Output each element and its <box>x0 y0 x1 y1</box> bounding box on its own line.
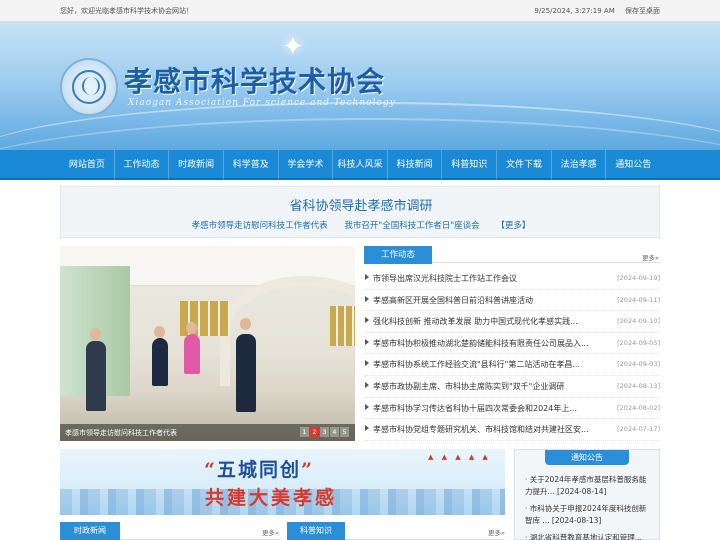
sparkle-icon: ✦ <box>282 32 304 62</box>
notice-item[interactable]: 湖北省科普教育基地认定和管理... <box>525 532 653 540</box>
notice-item[interactable]: 关于2024年孝感市基层科普服务能力提升... [2024-08-14] <box>525 474 653 498</box>
headline-sub-links: 孝感市领导走访慰问科技工作者代表 我市召开"全国科技工作者日"座谈会 【更多】 <box>61 219 661 231</box>
association-logo[interactable] <box>60 58 118 116</box>
nav-item-politics[interactable]: 时政新闻 <box>169 150 224 180</box>
news-slideshow[interactable]: 孝感市领导走访慰问科技工作者代表 1 2 3 4 5 <box>60 246 355 441</box>
nav-item-home[interactable]: 网站首页 <box>60 150 115 180</box>
news-item[interactable]: 孝感高新区开展全国科普日前沿科普讲座活动 [2024-09-11] <box>364 290 660 312</box>
headline-box: 省科协领导赴孝感市调研 孝感市领导走访慰问科技工作者代表 我市召开"全国科技工作… <box>60 186 660 238</box>
notice-header[interactable]: 通知公告 <box>545 450 629 465</box>
notice-item[interactable]: 市科协关于申报2024年度科技创新智库 ... [2024-08-13] <box>525 503 653 527</box>
notice-board: 通知公告 关于2024年孝感市基层科普服务能力提升... [2024-08-14… <box>514 449 660 540</box>
slide-page-button[interactable]: 4 <box>330 427 339 437</box>
headline-more-link[interactable]: 【更多】 <box>496 221 530 231</box>
promo-banner[interactable]: ▲ ▲ ▲ ▲ ▲ “五城同创” 共建大美孝感 <box>60 449 505 515</box>
news-item[interactable]: 孝感市政协副主席、市科协主席陈实到"双千"企业调研 [2024-08-13] <box>364 376 660 398</box>
slide-page-button[interactable]: 2 <box>310 427 319 437</box>
politics-more-link[interactable]: 更多» <box>262 527 279 537</box>
science-more-link[interactable]: 更多» <box>488 527 505 537</box>
news-item[interactable]: 孝感市科协党组专题研究机关、市科技馆和结对共建社区安... [2024-07-17… <box>364 419 660 441</box>
news-item[interactable]: 市领导出席汉光科技院士工作站工作会议 [2024-09-19] <box>364 268 660 290</box>
headline-link[interactable]: 孝感市领导走访慰问科技工作者代表 <box>192 221 328 231</box>
nav-item-academic[interactable]: 学会学术 <box>279 150 334 180</box>
slide-pager: 1 2 3 4 5 <box>299 427 349 437</box>
nav-item-downloads[interactable]: 文件下载 <box>497 150 552 180</box>
top-bar: 您好，欢迎光临孝感市科学技术协会网站！ 9/25/2024, 3:27:19 A… <box>0 0 720 22</box>
news-item[interactable]: 孝感市科协积极推动湖北楚韵储能科技有限责任公司展品入... [2024-09-05… <box>364 333 660 355</box>
headline-title[interactable]: 省科协领导赴孝感市调研 <box>61 195 661 214</box>
slide-page-button[interactable]: 1 <box>300 427 309 437</box>
notice-list: 关于2024年孝感市基层科普服务能力提升... [2024-08-14] 市科协… <box>525 474 653 540</box>
nav-item-work-news[interactable]: 工作动态 <box>115 150 170 180</box>
news-item[interactable]: 强化科技创新 推动改革发展 助力中国式现代化孝感实践... [2024-09-10… <box>364 311 660 333</box>
nav-list: 网站首页 工作动态 时政新闻 科学普及 学会学术 科技人风采 科技新闻 科普知识… <box>60 150 660 180</box>
nav-item-popular-science[interactable]: 科学普及 <box>224 150 279 180</box>
slide-page-button[interactable]: 5 <box>340 427 349 437</box>
slide-figure <box>152 338 168 386</box>
welcome-text: 您好，欢迎光临孝感市科学技术协会网站！ <box>60 7 193 15</box>
slide-figure <box>184 334 200 374</box>
main-nav: 网站首页 工作动态 时政新闻 科学普及 学会学术 科技人风采 科技新闻 科普知识… <box>0 150 720 180</box>
slide-caption[interactable]: 孝感市领导走访慰问科技工作者代表 <box>65 428 177 438</box>
news-item[interactable]: 孝感市科协学习传达省科协十届四次常委会和2024年上... [2024-08-02… <box>364 398 660 420</box>
datetime-text: 9/25/2024, 3:27:19 AM <box>534 7 615 15</box>
slide-figure <box>236 334 256 412</box>
promo-line-2: 共建大美孝感 <box>205 487 338 509</box>
nav-item-tech-news[interactable]: 科技新闻 <box>388 150 443 180</box>
nav-item-notices[interactable]: 通知公告 <box>606 150 660 180</box>
work-news-more-link[interactable]: 更多» <box>642 252 659 262</box>
science-knowledge-tab[interactable]: 科普知识 <box>287 522 345 540</box>
nav-item-rule-of-law[interactable]: 法治孝感 <box>552 150 607 180</box>
save-desktop-link[interactable]: 保存至桌面 <box>625 7 660 15</box>
work-news-list: 市领导出席汉光科技院士工作站工作会议 [2024-09-19] 孝感高新区开展全国… <box>364 268 660 441</box>
politics-tab[interactable]: 时政新闻 <box>60 522 120 540</box>
news-item[interactable]: 孝感市科协系统工作经验交流"县科行"第二站活动在孝昌... [2024-09-03… <box>364 354 660 376</box>
slide-page-button[interactable]: 3 <box>320 427 329 437</box>
headline-link[interactable]: 我市召开"全国科技工作者日"座谈会 <box>344 221 479 231</box>
slide-figure <box>86 341 106 411</box>
work-news-tab[interactable]: 工作动态 <box>364 246 432 264</box>
nav-item-science-knowledge[interactable]: 科普知识 <box>442 150 498 180</box>
top-bar-right: 9/25/2024, 3:27:19 AM 保存至桌面 <box>526 6 660 16</box>
header-banner: ✦ 孝感市科学技术协会 Xiaogan Association For scie… <box>0 22 720 150</box>
promo-line-1: “五城同创” <box>204 459 314 481</box>
site-subtitle: Xiaogan Association For science and Tech… <box>128 98 396 108</box>
flag-icons: ▲ ▲ ▲ ▲ ▲ <box>428 453 491 461</box>
site-title: 孝感市科学技术协会 <box>124 65 386 98</box>
nav-item-talents[interactable]: 科技人风采 <box>333 150 388 180</box>
